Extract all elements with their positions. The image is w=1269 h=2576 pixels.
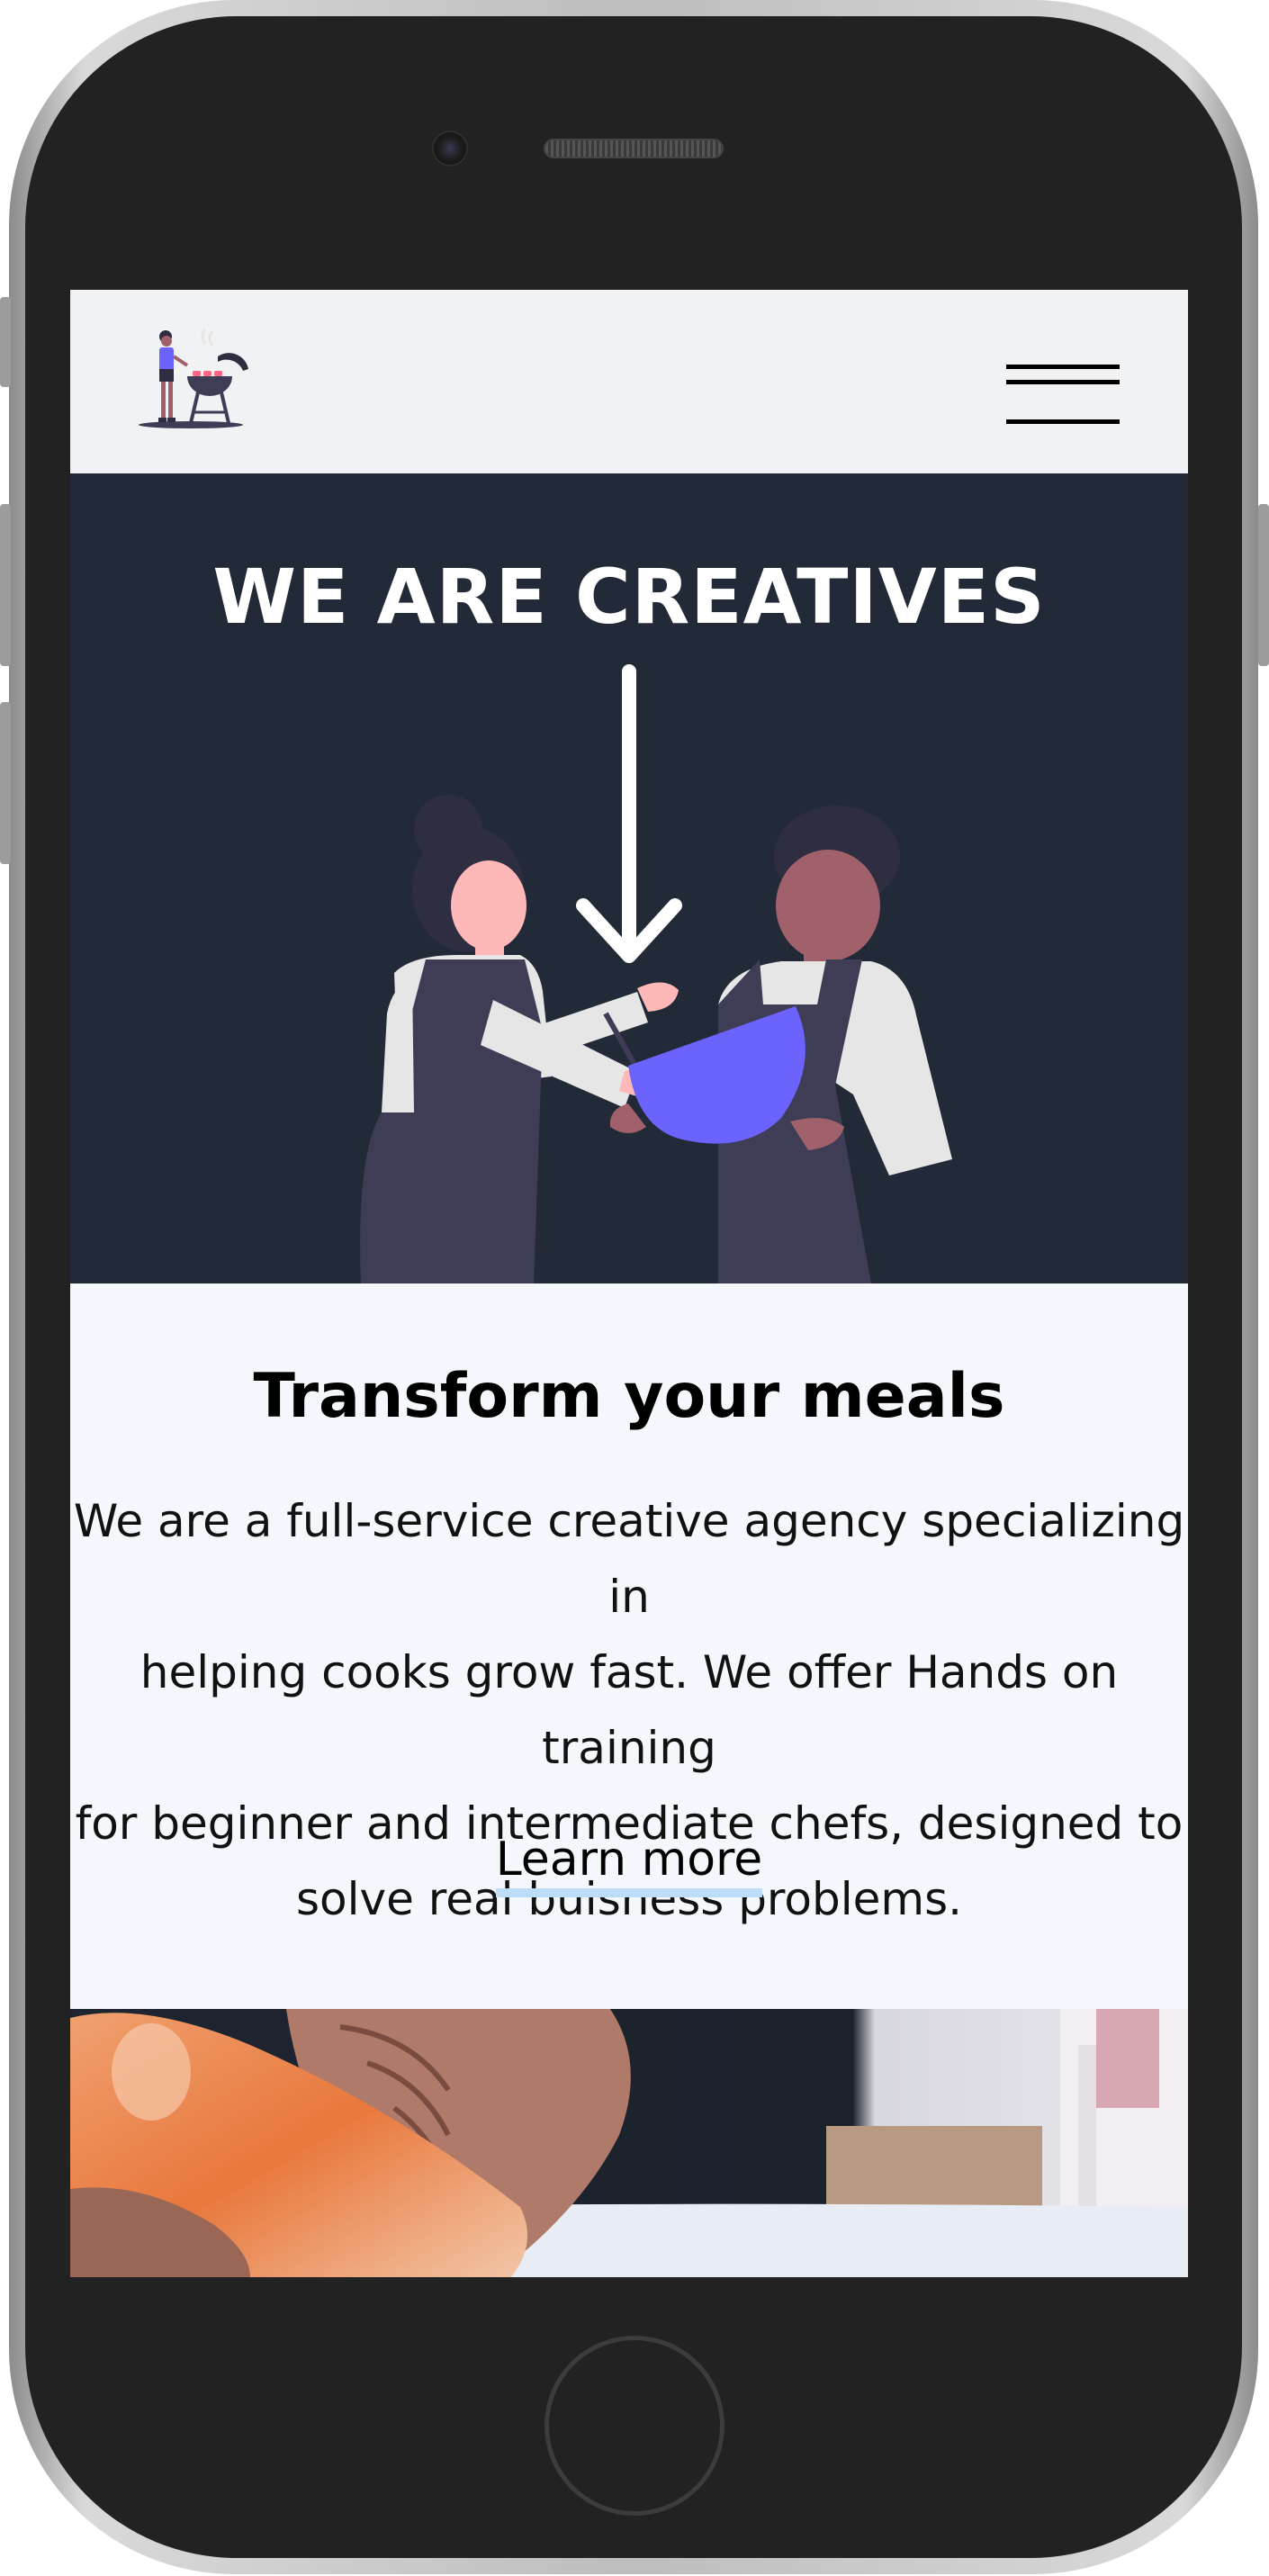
front-camera (432, 131, 468, 167)
hero-section: WE ARE CREATIVES (70, 473, 1188, 1283)
arrow-down-icon (576, 664, 682, 963)
volume-up-button (0, 504, 11, 666)
menu-bar-middle (1006, 380, 1120, 384)
hamburger-menu-icon[interactable] (1006, 362, 1123, 427)
grilling-person-logo-icon[interactable] (135, 326, 252, 434)
navbar (70, 290, 1188, 473)
learn-more-wrapper: Learn more (70, 1833, 1188, 1897)
section-title: Transform your meals (253, 1361, 1005, 1432)
cooking-photo (70, 2009, 1188, 2277)
menu-bar-bottom (1006, 419, 1120, 424)
description-line: We are a full-service creative agency sp… (73, 1495, 1185, 1623)
learn-more-link[interactable]: Learn more (495, 1833, 763, 1897)
power-button (1258, 504, 1269, 666)
phone-screen: WE ARE CREATIVES Transform your meals We… (70, 290, 1188, 2277)
hero-title: WE ARE CREATIVES (212, 553, 1046, 641)
home-button[interactable] (544, 2336, 724, 2516)
content-section: Transform your meals We are a full-servi… (70, 1283, 1188, 2009)
mute-switch (0, 297, 11, 387)
menu-bar-top (1006, 365, 1120, 369)
description-line: helping cooks grow fast. We offer Hands … (140, 1646, 1119, 1774)
earpiece-speaker (544, 139, 724, 158)
volume-down-button (0, 702, 11, 864)
man-figure (609, 806, 952, 1283)
